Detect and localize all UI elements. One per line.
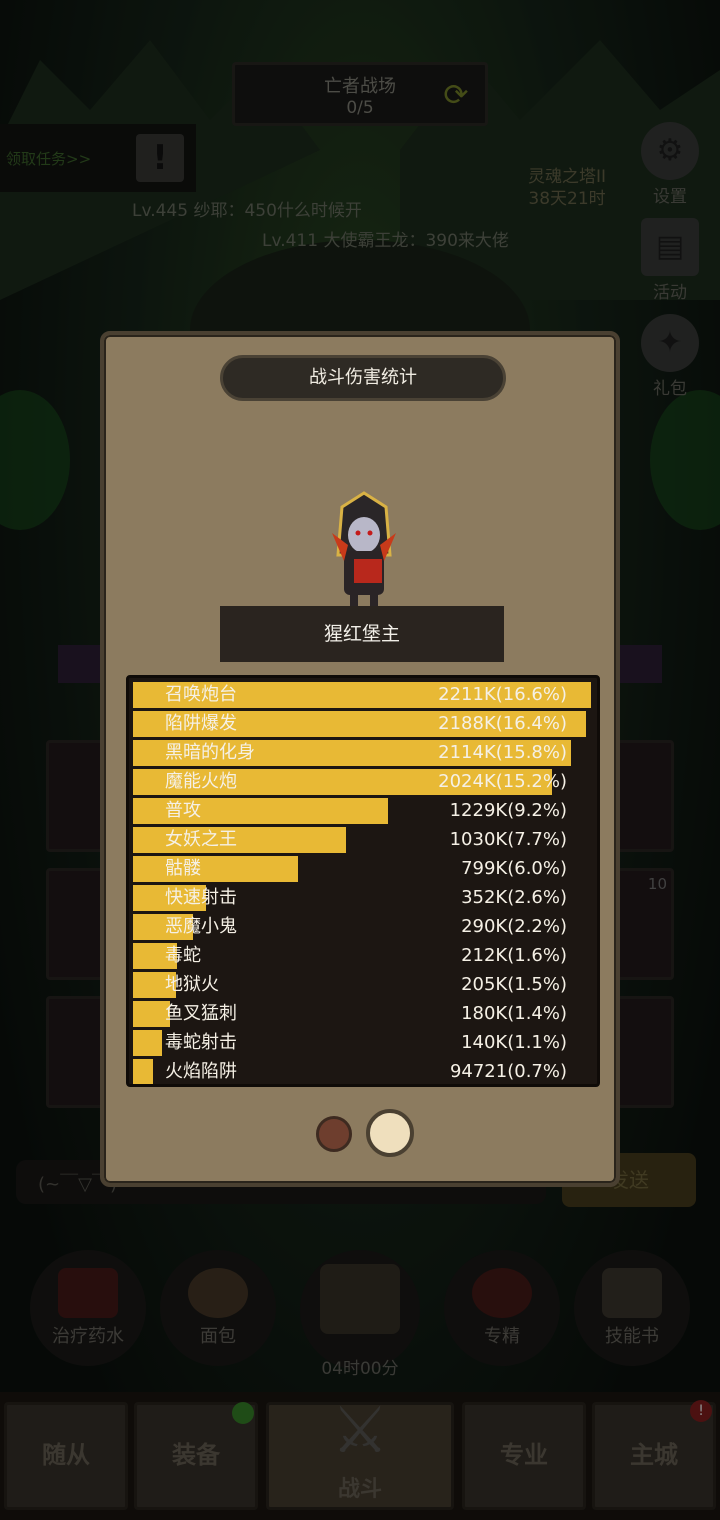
skill-name: 魔能火炮 [165, 771, 237, 792]
damage-value: 1030K(7.7%) [449, 829, 567, 850]
skill-name: 陷阱爆发 [165, 713, 237, 734]
damage-value: 212K(1.6%) [461, 945, 567, 966]
skill-name: 普攻 [165, 800, 201, 821]
damage-bar [133, 1059, 153, 1084]
damage-value: 140K(1.1%) [461, 1032, 567, 1053]
damage-stat-row: 召唤炮台 2211K(16.6%) [133, 682, 595, 708]
damage-value: 2114K(15.8%) [438, 742, 567, 763]
damage-bar [133, 856, 298, 882]
damage-bar [133, 1030, 162, 1056]
damage-value: 205K(1.5%) [461, 974, 567, 995]
skill-name: 地狱火 [165, 974, 219, 995]
damage-stat-row: 快速射击 352K(2.6%) [133, 885, 595, 911]
damage-stat-row: 女妖之王 1030K(7.7%) [133, 827, 595, 853]
damage-value: 799K(6.0%) [461, 858, 567, 879]
skill-name: 鱼叉猛刺 [165, 1003, 237, 1024]
skill-name: 火焰陷阱 [165, 1061, 237, 1082]
page-indicator-1[interactable] [316, 1116, 352, 1152]
damage-stat-row: 鱼叉猛刺 180K(1.4%) [133, 1001, 595, 1027]
damage-value: 1229K(9.2%) [449, 800, 567, 821]
damage-stat-row: 毒蛇 212K(1.6%) [133, 943, 595, 969]
skill-name: 女妖之王 [165, 829, 237, 850]
damage-value: 2211K(16.6%) [438, 684, 567, 705]
damage-value: 2024K(15.2%) [438, 771, 567, 792]
skill-name: 黑暗的化身 [165, 742, 255, 763]
damage-stat-row: 魔能火炮 2024K(15.2%) [133, 769, 595, 795]
damage-value: 2188K(16.4%) [438, 713, 567, 734]
boss-name: 猩红堡主 [220, 606, 504, 662]
skill-name: 恶魔小鬼 [165, 916, 237, 937]
damage-stat-row: 恶魔小鬼 290K(2.2%) [133, 914, 595, 940]
skill-name: 快速射击 [165, 887, 237, 908]
damage-value: 94721(0.7%) [449, 1061, 567, 1082]
dialog-title: 战斗伤害统计 [220, 355, 506, 401]
damage-stats-list[interactable]: 召唤炮台 2211K(16.6%) 陷阱爆发 2188K(16.4%) 黑暗的化身 211… [126, 675, 600, 1087]
page-indicator-2[interactable] [366, 1109, 414, 1157]
damage-stat-row: 陷阱爆发 2188K(16.4%) [133, 711, 595, 737]
skill-name: 骷髅 [165, 858, 201, 879]
damage-value: 180K(1.4%) [461, 1003, 567, 1024]
damage-stat-row: 普攻 1229K(9.2%) [133, 798, 595, 824]
damage-stat-row: 黑暗的化身 2114K(15.8%) [133, 740, 595, 766]
damage-stat-row: 地狱火 205K(1.5%) [133, 972, 595, 998]
damage-value: 290K(2.2%) [461, 916, 567, 937]
skill-name: 召唤炮台 [165, 684, 237, 705]
skill-name: 毒蛇射击 [165, 1032, 237, 1053]
damage-stat-row: 骷髅 799K(6.0%) [133, 856, 595, 882]
damage-stat-row: 毒蛇射击 140K(1.1%) [133, 1030, 595, 1056]
damage-value: 352K(2.6%) [461, 887, 567, 908]
damage-stat-row: 火焰陷阱 94721(0.7%) [133, 1059, 595, 1084]
damage-stats-dialog: 战斗伤害统计 猩红堡主 召唤炮台 2211K(16.6%) 陷阱爆发 2188K(16… [100, 331, 620, 1187]
boss-portrait [332, 491, 396, 609]
skill-name: 毒蛇 [165, 945, 201, 966]
